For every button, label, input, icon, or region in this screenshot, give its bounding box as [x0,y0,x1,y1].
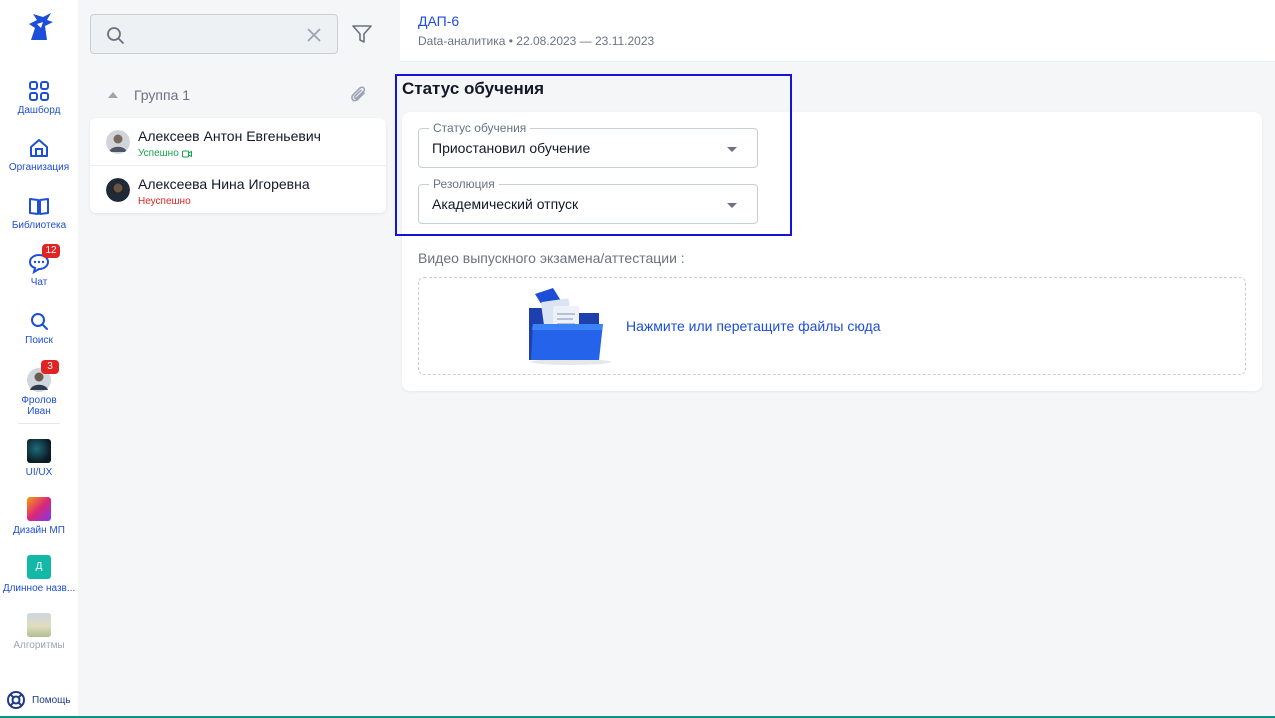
student-list-panel: Группа 1 Алексеев Антон Евгеньевич Успеш… [78,0,400,718]
avatar [106,178,130,202]
nav-search-label: Поиск [25,335,53,346]
list-item[interactable]: Алексеева Нина Игоревна Неуспешно [90,165,386,212]
profile-avatar-wrap: 3 [27,360,59,392]
avatar [106,130,130,154]
nav-organization-label: Организация [8,162,70,173]
grid-icon [29,81,49,101]
course-header: ДАП-6 Data-аналитика • 22.08.2023 — 23.1… [400,0,1275,62]
filter-icon[interactable] [350,22,374,46]
lifebuoy-icon [7,691,25,709]
nav-dashboard-label: Дашборд [17,105,61,116]
group-name: Группа 1 [134,87,191,103]
people-list: Алексеев Антон Евгеньевич Успешно Алексе… [90,118,386,213]
course-letter: Д [27,555,51,579]
list-item[interactable]: Алексеев Антон Евгеньевич Успешно [90,118,386,165]
video-camera-icon [181,150,192,157]
chevron-down-icon [727,147,737,152]
profile-notification-badge: 3 [41,360,59,374]
book-icon [29,198,49,215]
status-badge: Неуспешно [138,196,191,207]
clear-icon[interactable] [305,26,323,44]
person-name: Алексеев Антон Евгеньевич [138,128,321,144]
rail-divider [18,423,60,424]
file-dropzone[interactable]: Нажмите или перетащите файлы сюда [418,277,1246,375]
search-box[interactable] [90,14,338,54]
nav-profile-label: Фролов Иван [21,395,57,417]
chevron-down-icon [727,203,737,208]
nav-course-algorithms[interactable]: Алгоритмы [0,613,78,651]
paperclip-icon[interactable] [348,84,370,106]
nav-library[interactable]: Библиотека [0,195,78,231]
course-thumbnail [27,613,51,637]
course-title[interactable]: ДАП-6 [418,13,459,29]
course-thumbnail [27,439,51,463]
search-input[interactable] [133,23,303,47]
section-title: Статус обучения [402,79,545,98]
nav-organization[interactable]: Организация [0,137,78,173]
course-thumbnail [27,497,51,521]
study-status-legend: Статус обучения [429,121,531,135]
search-icon [107,27,124,44]
nav-course-algorithms-label: Алгоритмы [13,640,65,651]
home-icon [30,139,48,157]
video-upload-label: Видео выпускного экзамена/аттестации : [418,250,685,266]
study-status-value: Приостановил обучение [432,140,591,156]
status-badge: Успешно [138,148,192,159]
search-icon [31,313,48,330]
resolution-select[interactable]: Резолюция Академический отпуск [418,177,758,224]
nav-course-long[interactable]: Д Длинное назв... [0,555,78,594]
chat-unread-badge: 12 [42,244,60,258]
course-meta: Data-аналитика • 22.08.2023 — 23.11.2023 [418,34,655,48]
knight-helmet-logo[interactable] [23,10,57,44]
group-header[interactable]: Группа 1 [90,82,376,108]
chat-icon-wrap: 12 [28,244,60,275]
person-status: Успешно [138,148,179,159]
resolution-legend: Резолюция [429,177,499,191]
nav-profile[interactable]: 3 Фролов Иван [0,360,78,417]
nav-chat[interactable]: 12 Чат [0,244,78,288]
nav-course-uiux-label: UI/UX [25,467,53,478]
person-name: Алексеева Нина Игоревна [138,176,310,192]
nav-course-uiux[interactable]: UI/UX [0,439,78,478]
person-status: Неуспешно [138,196,191,207]
nav-course-design[interactable]: Дизайн МП [0,497,78,536]
nav-search[interactable]: Поиск [0,310,78,346]
study-status-select[interactable]: Статус обучения Приостановил обучение [418,121,758,168]
dropzone-text[interactable]: Нажмите или перетащите файлы сюда [626,318,881,334]
nav-course-design-label: Дизайн МП [13,525,65,536]
nav-chat-label: Чат [30,277,48,288]
help-link[interactable]: Помощь [6,690,71,710]
help-label: Помощь [32,694,71,706]
nav-library-label: Библиотека [11,220,67,231]
nav-dashboard[interactable]: Дашборд [0,80,78,116]
collapse-caret-icon[interactable] [108,92,118,98]
left-rail: Дашборд Организация Библиотека 12 Чат По… [0,0,78,718]
folder-illustration-icon [529,288,611,365]
resolution-value: Академический отпуск [432,196,579,212]
nav-course-long-label: Длинное назв... [2,583,76,594]
